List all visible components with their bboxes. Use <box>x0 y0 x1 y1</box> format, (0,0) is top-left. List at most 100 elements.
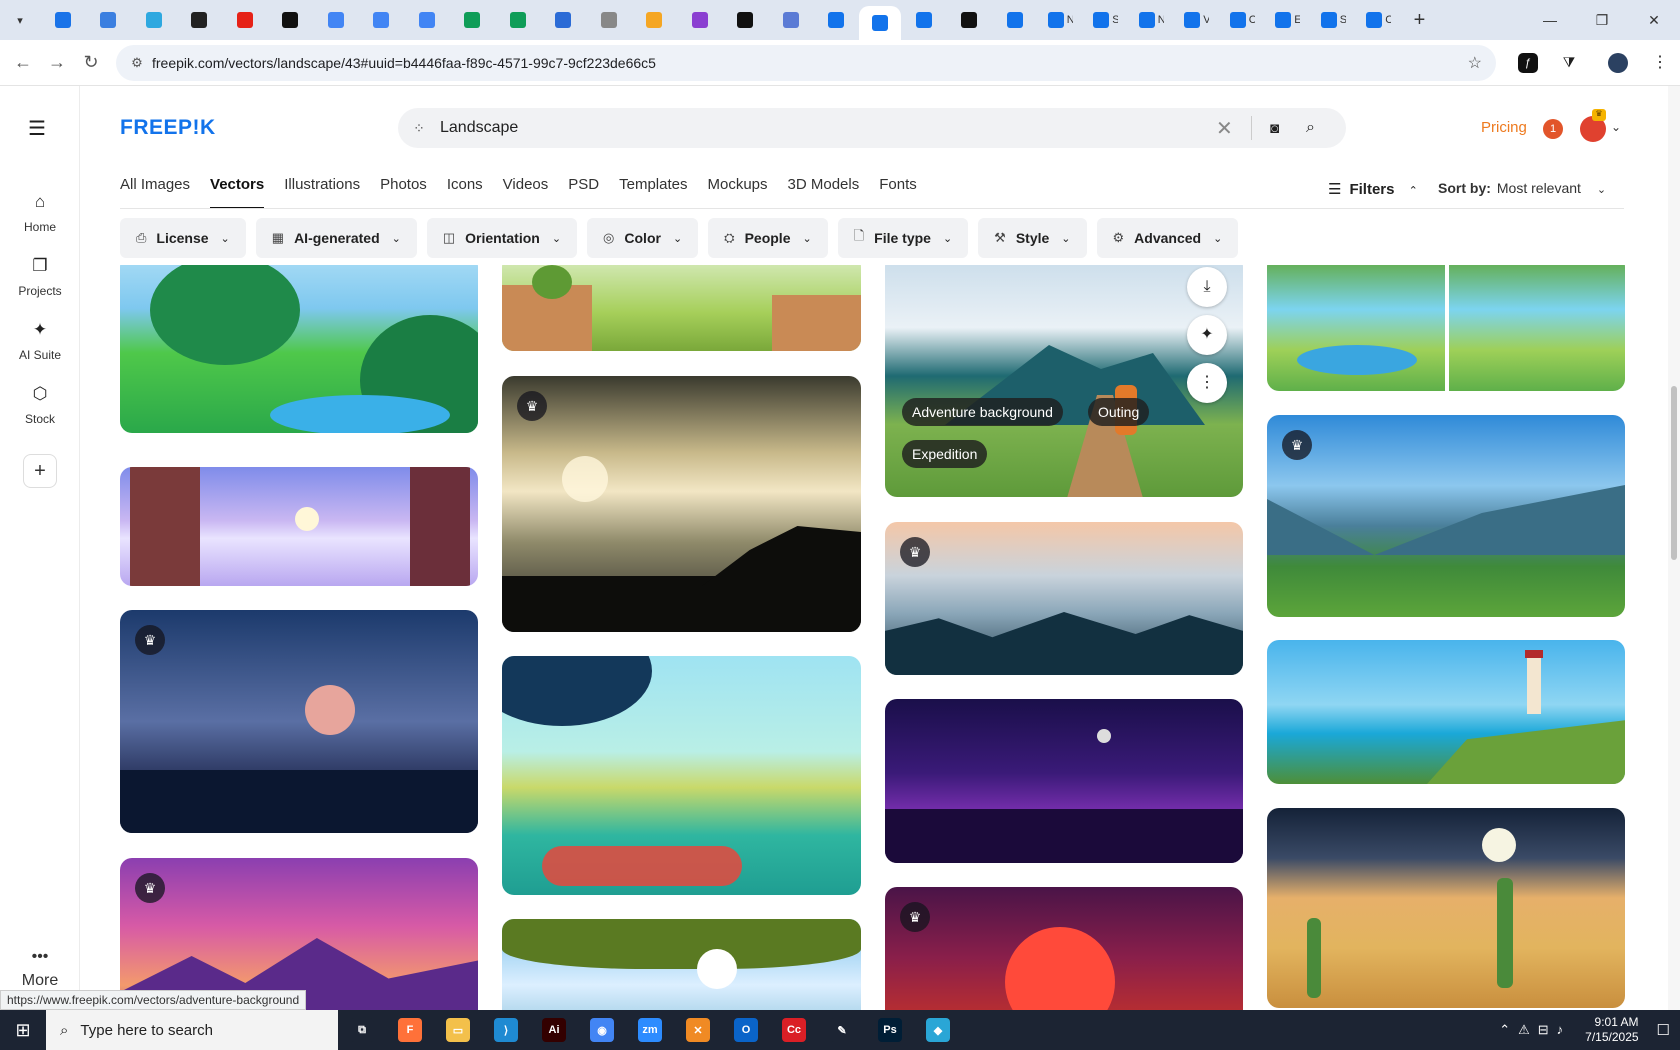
search-input[interactable]: Landscape <box>440 119 518 137</box>
image-card[interactable] <box>502 265 861 351</box>
category-tab[interactable]: Fonts <box>879 176 917 209</box>
category-tab[interactable]: Vectors <box>210 176 265 209</box>
browser-tab[interactable]: N <box>1129 0 1175 40</box>
category-tab[interactable]: All Images <box>120 176 190 209</box>
filter-chip-style[interactable]: ⚒ Style ⌄ <box>978 218 1087 258</box>
firefox-taskbar-button[interactable]: F <box>386 1010 434 1050</box>
browser-tab[interactable] <box>313 0 359 40</box>
filter-chip-people[interactable]: ⛭ People ⌄ <box>708 218 828 258</box>
creative-cloud-taskbar-button[interactable]: Cc <box>770 1010 818 1050</box>
hamburger-menu-icon[interactable]: ☰ <box>28 116 46 141</box>
taskbar-search-field[interactable]: ⌕ Type here to search <box>46 1010 338 1050</box>
new-tab-button[interactable]: + <box>1402 9 1438 32</box>
photoshop-taskbar-button[interactable]: Ps <box>866 1010 914 1050</box>
image-card[interactable]: ♛ <box>885 522 1243 675</box>
pen-tool-taskbar-button[interactable]: ✎ <box>818 1010 866 1050</box>
app-orange-taskbar-button[interactable]: ✕ <box>674 1010 722 1050</box>
browser-tab[interactable] <box>268 0 314 40</box>
tab-search-icon[interactable]: ▾ <box>0 0 40 40</box>
browser-tab[interactable]: E <box>1265 0 1311 40</box>
extension-icon[interactable]: ƒ <box>1518 53 1538 73</box>
sort-dropdown[interactable]: Sort by: Most relevant ⌄ <box>1438 180 1606 196</box>
browser-tab[interactable]: V <box>1174 0 1220 40</box>
image-card[interactable] <box>1267 640 1625 784</box>
extensions-puzzle-icon[interactable]: ⧩ <box>1555 48 1583 76</box>
notifications-icon[interactable]: ☐ <box>1657 1021 1670 1039</box>
freepik-logo[interactable]: FREEP!K <box>120 116 216 140</box>
image-card[interactable] <box>502 919 861 1010</box>
image-card[interactable]: ♛ <box>502 376 861 632</box>
browser-tab[interactable] <box>723 0 769 40</box>
minimize-icon[interactable]: — <box>1524 12 1576 29</box>
more-options-icon[interactable]: ⋮ <box>1187 363 1227 403</box>
image-card[interactable] <box>1267 808 1625 1008</box>
browser-tab[interactable]: N <box>1038 0 1084 40</box>
image-card[interactable]: ♛ <box>120 610 478 833</box>
site-info-icon[interactable]: ⚙ <box>122 55 152 71</box>
tag-chip[interactable]: Adventure background <box>902 398 1063 426</box>
add-icon[interactable]: + <box>23 454 57 488</box>
forward-icon[interactable]: → <box>40 52 74 73</box>
profile-avatar[interactable] <box>1608 53 1628 73</box>
browser-tab[interactable] <box>814 0 860 40</box>
back-icon[interactable]: ← <box>6 52 40 73</box>
filter-chip-license[interactable]: ⎙ License ⌄ <box>120 218 246 258</box>
zoom-taskbar-button[interactable]: zm <box>626 1010 674 1050</box>
rail-item-stock[interactable]: ⬡ Stock <box>0 384 80 426</box>
notification-badge[interactable]: 1 <box>1543 119 1563 139</box>
chrome-taskbar-button[interactable]: ◉ <box>578 1010 626 1050</box>
vscode-taskbar-button[interactable]: ⟩ <box>482 1010 530 1050</box>
browser-tab[interactable] <box>901 0 947 40</box>
image-card[interactable]: ♛ <box>120 858 478 1010</box>
tag-chip[interactable]: Outing <box>1088 398 1150 426</box>
close-window-icon[interactable]: ✕ <box>1628 12 1680 29</box>
browser-tab[interactable]: S <box>1083 0 1129 40</box>
filter-chip-file-type[interactable]: 🗋 File type ⌄ <box>837 218 969 258</box>
browser-tab[interactable]: S <box>1311 0 1357 40</box>
outlook-taskbar-button[interactable]: O <box>722 1010 770 1050</box>
restore-icon[interactable]: ❐ <box>1576 12 1628 29</box>
browser-tab[interactable]: C <box>1356 0 1402 40</box>
app-blue-taskbar-button[interactable]: ◆ <box>914 1010 962 1050</box>
filters-toggle[interactable]: ☰ Filters ⌃ <box>1328 180 1418 198</box>
file-explorer-taskbar-button[interactable]: ▭ <box>434 1010 482 1050</box>
browser-tab[interactable] <box>632 0 678 40</box>
image-card[interactable] <box>120 265 478 433</box>
category-tab[interactable]: PSD <box>568 176 599 209</box>
windows-start-icon[interactable]: ⊞ <box>0 1020 46 1041</box>
image-card[interactable]: ♛ <box>885 887 1243 1010</box>
scrollbar-thumb[interactable] <box>1671 386 1677 560</box>
bookmark-star-icon[interactable]: ☆ <box>1468 53 1482 73</box>
page-scrollbar[interactable] <box>1668 86 1680 1010</box>
browser-tab[interactable] <box>450 0 496 40</box>
rail-item-more[interactable]: ••• More <box>0 948 80 996</box>
image-card[interactable] <box>502 656 861 895</box>
browser-tab[interactable] <box>404 0 450 40</box>
image-card[interactable]: ♛ <box>1267 415 1625 617</box>
tray-icons[interactable]: ⌃⚠⊟♪ <box>1499 1022 1571 1038</box>
filter-chip-ai-generated[interactable]: ▦ AI-generated ⌄ <box>255 218 417 258</box>
browser-tab[interactable] <box>86 0 132 40</box>
image-card-hovered[interactable]: ⤓ ✦ ⋮ Adventure background Outing Expedi… <box>885 265 1243 497</box>
browser-tab[interactable] <box>586 0 632 40</box>
tag-chip[interactable]: Expedition <box>902 440 988 468</box>
rail-item-home[interactable]: ⌂ Home <box>0 192 80 234</box>
browser-tab[interactable] <box>177 0 223 40</box>
clear-search-icon[interactable]: ✕ <box>1216 116 1233 141</box>
image-card[interactable] <box>885 699 1243 863</box>
category-tab[interactable]: Templates <box>619 176 687 209</box>
illustrator-taskbar-button[interactable]: Ai <box>530 1010 578 1050</box>
category-tab[interactable]: Icons <box>447 176 483 209</box>
address-bar[interactable]: ⚙ freepik.com/vectors/landscape/43#uuid=… <box>116 45 1496 81</box>
browser-tab[interactable] <box>947 0 993 40</box>
download-icon[interactable]: ⤓ <box>1187 267 1227 307</box>
rail-item-ai-suite[interactable]: ✦ AI Suite <box>0 320 80 362</box>
category-tab[interactable]: Mockups <box>707 176 767 209</box>
category-tab[interactable]: 3D Models <box>788 176 860 209</box>
image-card[interactable] <box>120 467 478 586</box>
chevron-down-icon[interactable]: ⌄ <box>1611 120 1621 134</box>
pricing-link[interactable]: Pricing <box>1481 119 1527 136</box>
browser-tab[interactable] <box>768 0 814 40</box>
clock[interactable]: 9:01 AM 7/15/2025 <box>1585 1015 1638 1045</box>
filter-chip-color[interactable]: ◎ Color ⌄ <box>587 218 699 258</box>
